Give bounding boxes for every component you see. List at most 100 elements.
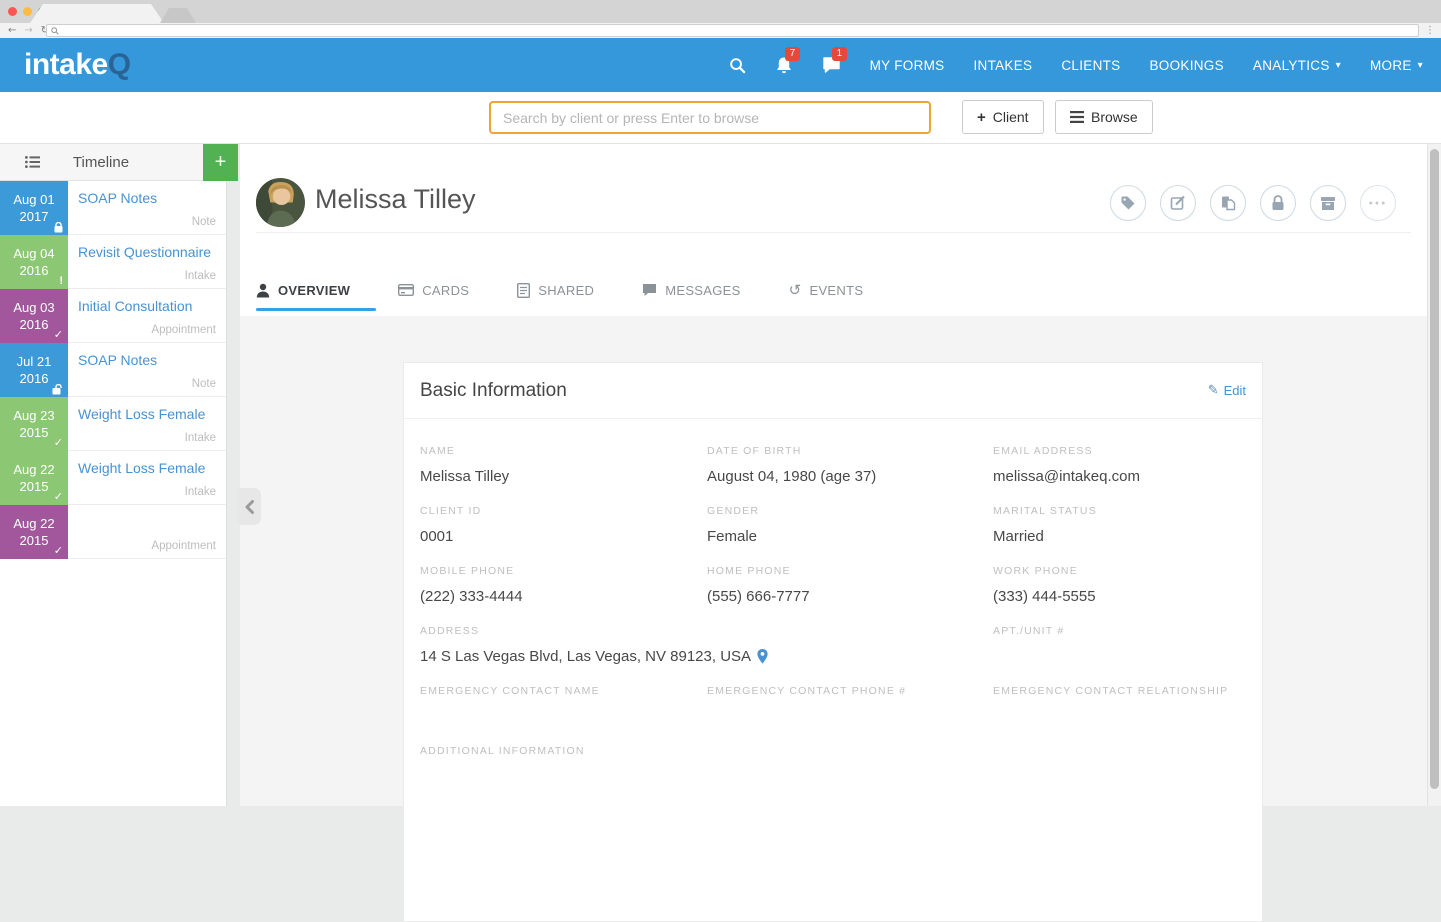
timeline-entry[interactable]: Jul 21 2016 SOAP Notes Note bbox=[0, 343, 226, 397]
client-name-heading: Melissa Tilley bbox=[315, 184, 476, 215]
timeline-entry[interactable]: Aug 03 2016 ✓ Initial Consultation Appoi… bbox=[0, 289, 226, 343]
entry-title[interactable]: Revisit Questionnaire bbox=[78, 244, 216, 260]
entry-title[interactable]: SOAP Notes bbox=[78, 352, 216, 368]
field-value bbox=[993, 645, 1246, 667]
ellipsis-icon: ●●● bbox=[1369, 200, 1388, 207]
person-icon bbox=[256, 283, 270, 298]
chevron-down-icon: ▾ bbox=[1418, 60, 1423, 71]
entry-date-block: Aug 03 2016 ✓ bbox=[0, 289, 68, 343]
entry-title[interactable]: Initial Consultation bbox=[78, 298, 216, 314]
field-value bbox=[993, 705, 1246, 727]
tag-button[interactable] bbox=[1110, 185, 1146, 221]
entry-date-block: Aug 01 2017 bbox=[0, 181, 68, 235]
entry-title[interactable]: Weight Loss Female bbox=[78, 460, 216, 476]
forward-icon[interactable]: → bbox=[24, 24, 32, 37]
tab-cards[interactable]: CARDS bbox=[398, 272, 469, 308]
field-value: 0001 bbox=[420, 525, 707, 547]
field-label: HOME PHONE bbox=[707, 565, 993, 579]
list-icon bbox=[1070, 111, 1084, 123]
scrollbar-thumb[interactable] bbox=[1430, 149, 1439, 789]
entry-title[interactable]: SOAP Notes bbox=[78, 190, 216, 206]
archive-button[interactable] bbox=[1310, 185, 1346, 221]
entry-date-block: Aug 23 2015 ✓ bbox=[0, 397, 68, 451]
timeline-entry[interactable]: Aug 01 2017 SOAP Notes Note bbox=[0, 181, 226, 235]
browser-menu-icon[interactable]: ⋮ bbox=[1425, 23, 1435, 38]
lock-icon bbox=[54, 222, 63, 233]
edit-basic-info-link[interactable]: ✎ Edit bbox=[1208, 383, 1246, 398]
entry-title[interactable]: Weight Loss Female bbox=[78, 406, 216, 422]
timeline-entry[interactable]: Aug 04 2016 ! Revisit Questionnaire Inta… bbox=[0, 235, 226, 289]
nav-item-bookings[interactable]: BOOKINGS bbox=[1149, 58, 1223, 73]
tab-events[interactable]: ↺ EVENTS bbox=[789, 272, 864, 308]
entry-type: Intake bbox=[185, 432, 216, 444]
nav-item-more[interactable]: MORE▾ bbox=[1370, 58, 1423, 73]
field-label: EMAIL ADDRESS bbox=[993, 445, 1246, 459]
entry-date-block: Aug 22 2015 ✓ bbox=[0, 505, 68, 559]
sidebar-collapse-handle[interactable] bbox=[238, 488, 261, 525]
copy-documents-button[interactable] bbox=[1210, 185, 1246, 221]
minimize-window-button[interactable] bbox=[23, 7, 32, 16]
add-client-button[interactable]: + Client bbox=[962, 100, 1044, 134]
copy-icon bbox=[1220, 195, 1236, 211]
entry-type: Note bbox=[192, 216, 216, 228]
browse-button[interactable]: Browse bbox=[1055, 100, 1153, 134]
lock-button[interactable] bbox=[1260, 185, 1296, 221]
client-search-input[interactable] bbox=[489, 101, 931, 134]
search-icon[interactable] bbox=[729, 57, 746, 74]
field-value: 14 S Las Vegas Blvd, Las Vegas, NV 89123… bbox=[420, 648, 751, 665]
entry-type: Intake bbox=[185, 486, 216, 498]
info-row: CLIENT ID0001 GENDERFemale MARITAL STATU… bbox=[420, 505, 1246, 547]
header-divider bbox=[256, 232, 1411, 233]
nav-item-analytics[interactable]: ANALYTICS▾ bbox=[1253, 58, 1341, 73]
field-label: MARITAL STATUS bbox=[993, 505, 1246, 519]
client-action-buttons: ●●● bbox=[1110, 185, 1396, 221]
bell-badge: 7 bbox=[785, 47, 801, 61]
credit-card-icon bbox=[398, 284, 414, 296]
tag-icon bbox=[1120, 195, 1136, 211]
new-tab-button[interactable] bbox=[160, 8, 196, 23]
info-row: ADDRESS 14 S Las Vegas Blvd, Las Vegas, … bbox=[420, 625, 1246, 667]
field-value: Married bbox=[993, 525, 1246, 547]
edit-note-icon bbox=[1170, 195, 1186, 211]
tab-messages[interactable]: MESSAGES bbox=[642, 272, 740, 308]
app-navbar: intakeQ 7 1 MY FORMS INTAKES CLIENTS BOO… bbox=[0, 38, 1441, 92]
nav-item-clients[interactable]: CLIENTS bbox=[1061, 58, 1120, 73]
field-value: Melissa Tilley bbox=[420, 465, 707, 487]
edit-client-button[interactable] bbox=[1160, 185, 1196, 221]
field-label: NAME bbox=[420, 445, 707, 459]
tab-overview[interactable]: OVERVIEW bbox=[256, 272, 350, 308]
timeline-entry[interactable]: Aug 22 2015 ✓ Appointment bbox=[0, 505, 226, 559]
check-icon: ✓ bbox=[54, 492, 63, 503]
address-search-icon bbox=[51, 27, 59, 35]
field-label: EMERGENCY CONTACT RELATIONSHIP bbox=[993, 685, 1246, 699]
entry-type: Intake bbox=[185, 270, 216, 282]
field-label: GENDER bbox=[707, 505, 993, 519]
document-icon bbox=[517, 283, 530, 298]
notifications-bell-button[interactable]: 7 bbox=[775, 56, 793, 75]
lock-icon bbox=[1271, 195, 1285, 211]
timeline-entry[interactable]: Aug 22 2015 ✓ Weight Loss Female Intake bbox=[0, 451, 226, 505]
client-detail-panel: Basic Information ✎ Edit NAMEMelissa Til… bbox=[240, 144, 1427, 806]
intakeq-logo[interactable]: intakeQ bbox=[24, 48, 131, 82]
entry-date-block: Aug 22 2015 ✓ bbox=[0, 451, 68, 505]
client-avatar[interactable] bbox=[256, 178, 305, 227]
tab-shared[interactable]: SHARED bbox=[517, 272, 594, 308]
field-value bbox=[420, 705, 707, 727]
messages-bubble-button[interactable]: 1 bbox=[822, 56, 841, 74]
close-window-button[interactable] bbox=[8, 7, 17, 16]
browser-tab[interactable] bbox=[30, 4, 164, 23]
page-scrollbar[interactable] bbox=[1427, 144, 1441, 806]
nav-item-my-forms[interactable]: MY FORMS bbox=[870, 58, 945, 73]
back-icon[interactable]: ← bbox=[8, 24, 16, 37]
field-label: EMERGENCY CONTACT PHONE # bbox=[707, 685, 993, 699]
check-icon: ✓ bbox=[54, 546, 63, 557]
timeline-entry[interactable]: Aug 23 2015 ✓ Weight Loss Female Intake bbox=[0, 397, 226, 451]
nav-item-intakes[interactable]: INTAKES bbox=[973, 58, 1032, 73]
info-row: MOBILE PHONE(222) 333-4444 HOME PHONE(55… bbox=[420, 565, 1246, 607]
timeline-sidebar: Timeline + Aug 01 2017 SOAP Notes Note A… bbox=[0, 144, 227, 806]
more-actions-button[interactable]: ●●● bbox=[1360, 185, 1396, 221]
add-timeline-entry-button[interactable]: + bbox=[203, 144, 238, 181]
chevron-left-icon bbox=[245, 500, 254, 514]
map-pin-icon[interactable] bbox=[757, 649, 768, 664]
address-bar[interactable] bbox=[46, 24, 1419, 37]
